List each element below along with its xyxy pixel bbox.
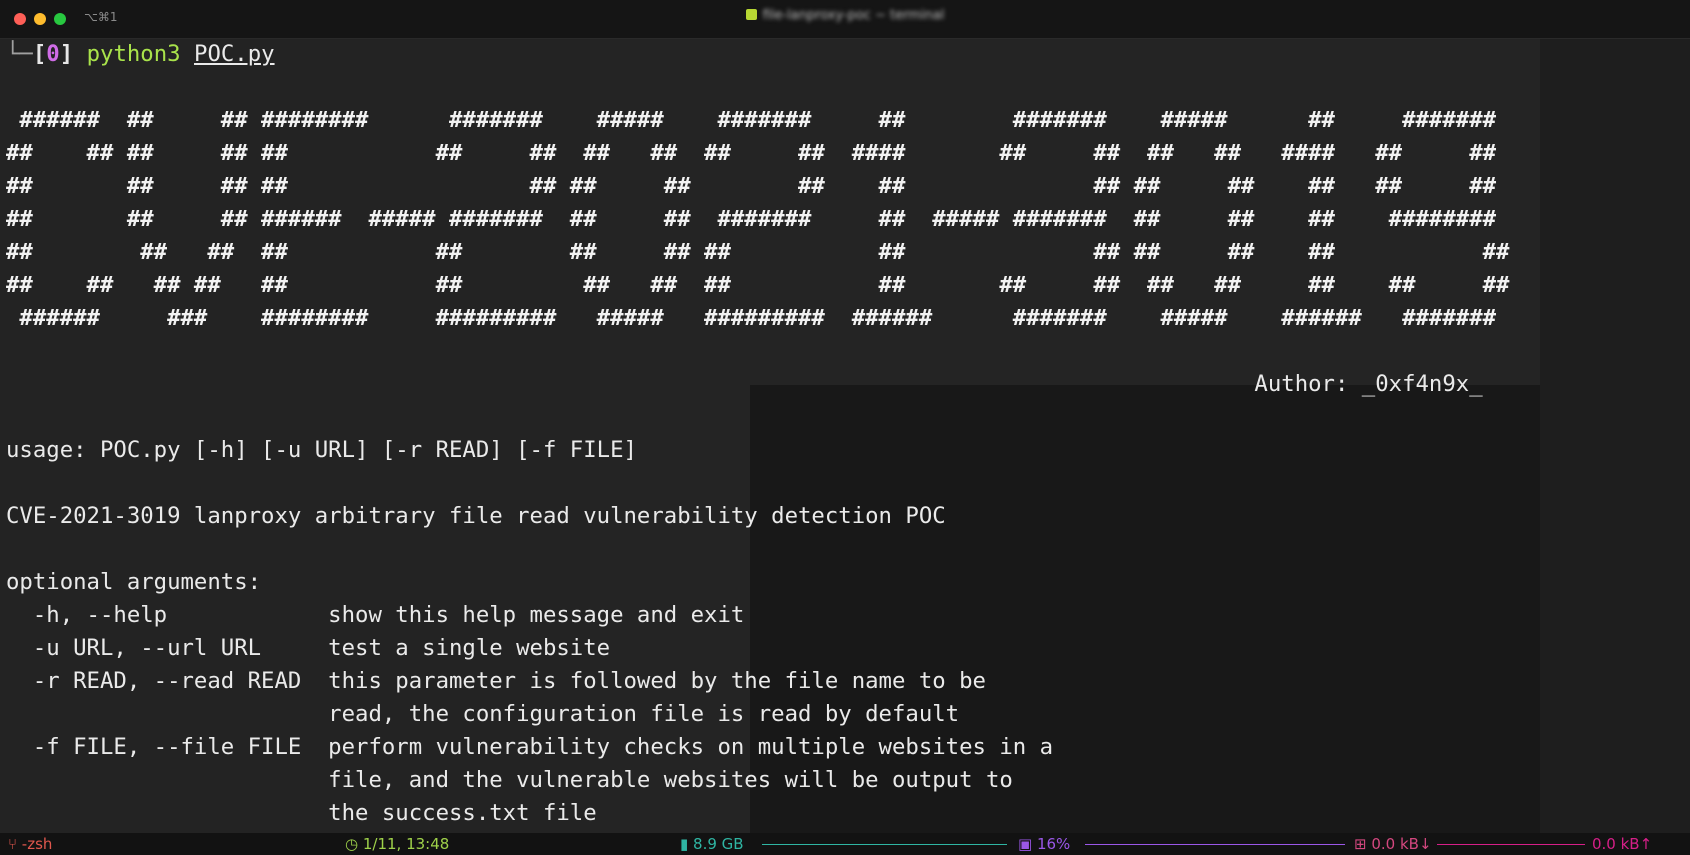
network-down-value: 0.0 kB↓	[1371, 835, 1432, 853]
terminal-output[interactable]: └─[0] python3 POC.py ###### ## ## ######…	[6, 38, 1684, 833]
clock-icon: ◷	[345, 835, 363, 853]
cpu-icon: ▣	[1018, 835, 1037, 853]
banner-line: ###### ## ## ######## ####### ##### ####…	[6, 107, 1497, 133]
prompt-exit-code: 0	[46, 41, 60, 67]
description-line: CVE-2021-3019 lanproxy arbitrary file re…	[6, 503, 946, 529]
cpu-graph	[1085, 844, 1345, 845]
banner-line: ## ## ## ## ## ## ## ## ## ## ## ## ## #…	[6, 272, 1510, 298]
cpu-status: ▣ 16%	[1018, 833, 1070, 855]
memory-value: 8.9 GB	[693, 835, 744, 853]
memory-status: ▮ 8.9 GB	[680, 833, 744, 855]
prompt-bracket-close: ]	[59, 41, 74, 67]
network-up-status: 0.0 kB↑	[1592, 833, 1652, 855]
optional-arguments-header: optional arguments:	[6, 569, 262, 595]
banner-line: ###### ### ######## ######### ##### ####…	[6, 305, 1497, 331]
shell-status[interactable]: ⑂ -zsh	[8, 833, 52, 855]
usage-line: usage: POC.py [-h] [-u URL] [-r READ] [-…	[6, 437, 637, 463]
shell-icon: ⑂	[8, 835, 22, 853]
command-name: python3	[86, 41, 181, 67]
prompt-corner: └─	[6, 41, 33, 67]
window-title-text: file-lanproxy-poc ~ terminal	[762, 8, 945, 23]
network-graph	[1437, 844, 1585, 845]
argument-help-line: -u URL, --url URL test a single website	[6, 635, 611, 661]
banner-line: ## ## ## ## ## ## ## ## ## ## ## ## ## #…	[6, 239, 1510, 265]
argument-help-line: -r READ, --read READ this parameter is f…	[6, 668, 986, 694]
prompt-bracket-open: [	[32, 41, 47, 67]
command-argument: POC.py	[194, 41, 275, 67]
network-down-status: ⊞ 0.0 kB↓	[1354, 833, 1432, 855]
status-bar: ⑂ -zsh ◷ 1/11, 13:48 ▮ 8.9 GB ▣ 16% ⊞ 0.…	[0, 833, 1690, 855]
memory-icon: ▮	[680, 835, 694, 853]
network-up-value: 0.0 kB↑	[1592, 835, 1653, 853]
argument-help-line: read, the configuration file is read by …	[6, 701, 960, 727]
banner-line: ## ## ## ## ## ## ## ## ## ## ## ## ## #…	[6, 173, 1497, 199]
terminal-icon	[745, 9, 757, 20]
cpu-value: 16%	[1036, 835, 1071, 853]
memory-graph	[762, 844, 1007, 845]
clock-status: ◷ 1/11, 13:48	[345, 833, 449, 855]
author-line: Author: _0xf4n9x_	[6, 371, 1483, 397]
shell-name: -zsh	[21, 835, 53, 853]
banner-line: ## ## ## ###### ##### ####### ## ## ####…	[6, 206, 1497, 232]
network-icon: ⊞	[1354, 835, 1372, 853]
command-prompt: └─[0] python3 POC.py	[6, 38, 1684, 71]
window-title: file-lanproxy-poc ~ terminal	[0, 8, 1690, 23]
argument-help-line: -h, --help show this help message and ex…	[6, 602, 745, 628]
argument-help-line: the success.txt file	[6, 800, 597, 826]
title-bar: ⌥⌘1 file-lanproxy-poc ~ terminal	[0, 0, 1690, 39]
banner-line: ## ## ## ## ## ## ## ## ## ## ## #### ##…	[6, 140, 1497, 166]
argument-help-line: file, and the vulnerable websites will b…	[6, 767, 1013, 793]
datetime-value: 1/11, 13:48	[362, 835, 450, 853]
argument-help-line: -f FILE, --file FILE perform vulnerabili…	[6, 734, 1054, 760]
